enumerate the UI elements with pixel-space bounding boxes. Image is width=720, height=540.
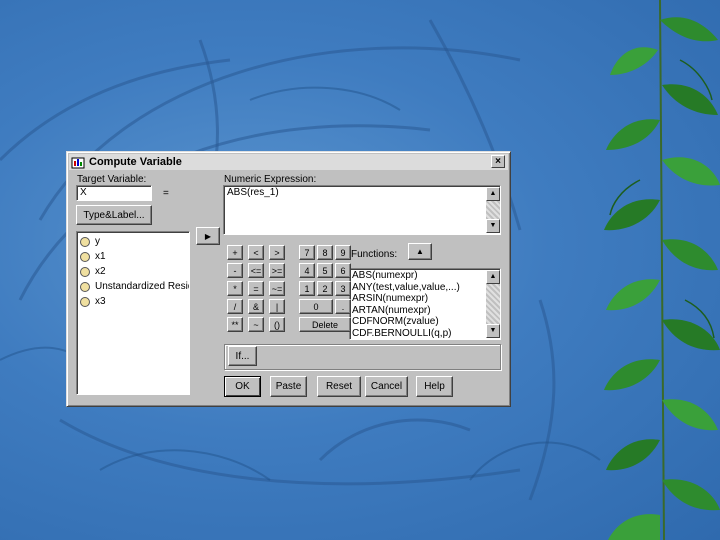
target-variable-label: Target Variable: (77, 174, 147, 185)
numeric-expression-input[interactable]: ABS(res_1) (223, 185, 501, 235)
scroll-down-arrow-icon[interactable]: ▼ (486, 324, 500, 338)
numeric-expression-label: Numeric Expression: (224, 174, 317, 185)
functions-label: Functions: (351, 249, 398, 260)
keypad-button[interactable]: ** (227, 317, 243, 332)
keypad-button[interactable]: Delete (299, 317, 351, 332)
reset-button[interactable]: Reset (317, 376, 361, 397)
numeric-variable-icon (80, 266, 90, 277)
functions-scrollbar[interactable]: ▲ ▼ (486, 270, 500, 338)
keypad-button[interactable]: 0 (299, 299, 333, 314)
if-condition-group (224, 344, 501, 370)
close-button[interactable]: × (491, 155, 505, 168)
numeric-variable-icon (80, 236, 90, 247)
numeric-variable-icon (80, 251, 90, 262)
list-item[interactable]: x1 (80, 249, 186, 264)
keypad-button[interactable]: >= (269, 263, 285, 278)
list-item[interactable]: ABS(numexpr) (352, 270, 498, 282)
if-button[interactable]: If... (228, 346, 257, 366)
keypad-button[interactable]: / (227, 299, 243, 314)
keypad-button[interactable]: () (269, 317, 285, 332)
list-item[interactable]: x3 (80, 294, 186, 309)
keypad-button[interactable]: | (269, 299, 285, 314)
list-item[interactable]: ARSIN(numexpr) (352, 293, 498, 305)
keypad-button[interactable]: 1 (299, 281, 315, 296)
keypad-button[interactable]: 7 (299, 245, 315, 260)
keypad-button[interactable]: . (335, 299, 351, 314)
ok-button[interactable]: OK (224, 376, 261, 397)
list-item[interactable]: Unstandardized Residual (80, 279, 189, 294)
list-item[interactable]: y (80, 234, 186, 249)
keypad-button[interactable]: = (248, 281, 264, 296)
keypad-button[interactable]: - (227, 263, 243, 278)
scroll-down-arrow-icon[interactable]: ▼ (486, 219, 500, 233)
keypad-button[interactable]: ~= (269, 281, 285, 296)
keypad-button[interactable]: > (269, 245, 285, 260)
keypad-button[interactable]: 2 (317, 281, 333, 296)
keypad-button[interactable]: ~ (248, 317, 264, 332)
leaf-decoration (604, 0, 720, 540)
keypad-button[interactable]: < (248, 245, 264, 260)
expression-scrollbar[interactable]: ▲ ▼ (486, 187, 500, 233)
keypad-button[interactable]: & (248, 299, 264, 314)
keypad-button[interactable]: * (227, 281, 243, 296)
list-item[interactable]: CDFNORM(zvalue) (352, 316, 498, 328)
keypad-button[interactable]: 4 (299, 263, 315, 278)
scroll-up-arrow-icon[interactable]: ▲ (486, 187, 500, 201)
list-item[interactable]: ARTAN(numexpr) (352, 305, 498, 317)
spss-app-icon (71, 157, 85, 168)
numeric-variable-icon (80, 281, 90, 292)
list-item[interactable]: ANY(test,value,value,...) (352, 282, 498, 294)
cancel-button[interactable]: Cancel (365, 376, 408, 397)
keypad-button[interactable]: 8 (317, 245, 333, 260)
keypad-button[interactable]: 3 (335, 281, 351, 296)
keypad-button[interactable]: + (227, 245, 243, 260)
move-to-expression-button[interactable]: ▶ (196, 227, 220, 245)
functions-list[interactable]: ABS(numexpr) ANY(test,value,value,...) A… (349, 268, 501, 340)
title-bar[interactable]: Compute Variable × (69, 154, 508, 170)
list-item[interactable]: x2 (80, 264, 186, 279)
keypad-button[interactable]: 9 (335, 245, 351, 260)
keypad-button[interactable]: 6 (335, 263, 351, 278)
equals-sign: = (163, 188, 169, 199)
paste-button[interactable]: Paste (270, 376, 307, 397)
keypad-button[interactable]: 5 (317, 263, 333, 278)
variable-list[interactable]: y x1 x2 Unstandardized Residual x3 (76, 231, 190, 395)
dialog-title: Compute Variable (89, 156, 182, 168)
keypad-button[interactable]: <= (248, 263, 264, 278)
scroll-up-arrow-icon[interactable]: ▲ (486, 270, 500, 284)
numeric-variable-icon (80, 296, 90, 307)
list-item[interactable]: CDF.BERNOULLI(q,p) (352, 328, 498, 340)
compute-variable-dialog: Compute Variable × Target Variable: X = … (66, 151, 511, 407)
type-label-button[interactable]: Type&Label... (76, 205, 152, 225)
help-button[interactable]: Help (416, 376, 453, 397)
insert-function-button[interactable]: ▲ (408, 243, 432, 260)
target-variable-input[interactable]: X (76, 185, 152, 201)
